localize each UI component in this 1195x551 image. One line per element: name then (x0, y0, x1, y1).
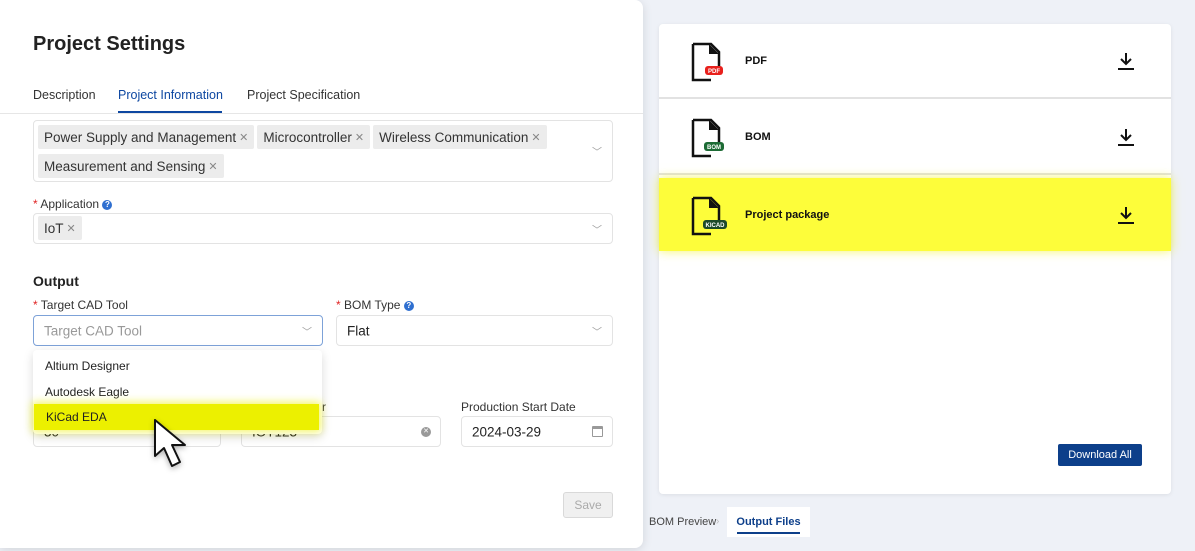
chevron-right-icon: › (716, 516, 720, 527)
svg-text:BOM: BOM (707, 145, 721, 151)
bom-type-label: * BOM Type ? (336, 298, 414, 312)
option-altium-designer[interactable]: Altium Designer (33, 353, 322, 379)
field2-label: r (322, 400, 326, 414)
application-select[interactable]: IoT ✕ ﹀ (33, 213, 613, 244)
remove-tag-icon[interactable]: ✕ (67, 222, 76, 235)
download-icon[interactable] (1117, 51, 1135, 71)
chevron-down-icon: ﹀ (592, 147, 602, 159)
svg-text:PDF: PDF (708, 69, 720, 75)
tag: IoT ✕ (38, 216, 82, 240)
output-files-card: PDF PDF BOM BOM KICAD Project package (659, 24, 1171, 494)
tab-output-files[interactable]: Output Files (727, 507, 810, 537)
remove-tag-icon[interactable]: ✕ (355, 131, 364, 144)
bom-type-value: Flat (347, 323, 370, 338)
application-label: * Application ? (33, 197, 113, 211)
tab-project-information[interactable]: Project Information (118, 88, 223, 102)
production-date-value: 2024-03-29 (472, 424, 542, 439)
file-name: BOM (745, 130, 771, 143)
tag-label: Microcontroller (263, 129, 352, 145)
tag: Power Supply and Management ✕ (38, 125, 255, 149)
help-icon[interactable]: ? (102, 199, 113, 210)
help-icon[interactable]: ? (403, 300, 414, 311)
production-date-input[interactable]: 2024-03-29 (461, 416, 613, 447)
download-all-button[interactable]: Download All (1058, 444, 1142, 466)
file-name: PDF (745, 54, 767, 67)
production-date-label: Production Start Date (461, 400, 576, 414)
tag-label: Measurement and Sensing (44, 158, 206, 174)
tag: Microcontroller ✕ (257, 125, 371, 149)
remove-tag-icon[interactable]: ✕ (239, 131, 248, 144)
tag-label: Power Supply and Management (44, 129, 237, 145)
bom-file-icon: BOM (691, 118, 724, 158)
option-autodesk-eagle[interactable]: Autodesk Eagle (33, 379, 322, 405)
active-tab-indicator (737, 532, 800, 534)
pdf-file-icon: PDF (691, 42, 723, 82)
file-row-project-package: KICAD Project package (659, 178, 1171, 251)
cad-tool-select[interactable]: Target CAD Tool ﹀ (33, 315, 323, 346)
svg-text:KICAD: KICAD (706, 223, 726, 229)
project-settings-panel: Project Settings Description Project Inf… (0, 0, 643, 548)
chevron-down-icon: ﹀ (302, 327, 312, 338)
chevron-down-icon: ﹀ (592, 225, 602, 236)
remove-tag-icon[interactable]: ✕ (531, 131, 540, 144)
tag-label: Wireless Communication (379, 129, 529, 145)
tab-label: Output Files (736, 516, 801, 528)
cad-tool-placeholder: Target CAD Tool (44, 323, 143, 338)
calendar-icon[interactable] (592, 426, 603, 437)
file-row-pdf: PDF PDF (659, 24, 1171, 99)
divider (0, 113, 643, 114)
download-icon[interactable] (1117, 127, 1135, 147)
output-heading: Output (33, 273, 79, 289)
chevron-down-icon: ﹀ (592, 327, 602, 338)
cad-tool-label: * Target CAD Tool (33, 298, 128, 312)
remove-tag-icon[interactable]: ✕ (208, 160, 217, 173)
tab-description[interactable]: Description (33, 88, 96, 102)
category-select[interactable]: Power Supply and Management ✕ Microcontrol… (33, 120, 613, 182)
save-button[interactable]: Save (563, 492, 613, 518)
mouse-cursor-icon (154, 419, 186, 467)
tag: Wireless Communication ✕ (373, 125, 547, 149)
download-icon[interactable] (1117, 205, 1135, 225)
kicad-file-icon: KICAD (691, 196, 727, 236)
clear-icon[interactable]: ✕ (421, 427, 431, 437)
file-row-bom: BOM BOM (659, 100, 1171, 175)
tab-bom-preview[interactable]: BOM Preview (649, 507, 716, 537)
tag: Measurement and Sensing ✕ (38, 154, 224, 178)
tag-label: IoT (44, 220, 64, 236)
file-name: Project package (745, 208, 830, 221)
page-title: Project Settings (33, 33, 186, 55)
tab-project-specification[interactable]: Project Specification (247, 88, 360, 102)
bom-type-select[interactable]: Flat ﹀ (336, 315, 613, 346)
